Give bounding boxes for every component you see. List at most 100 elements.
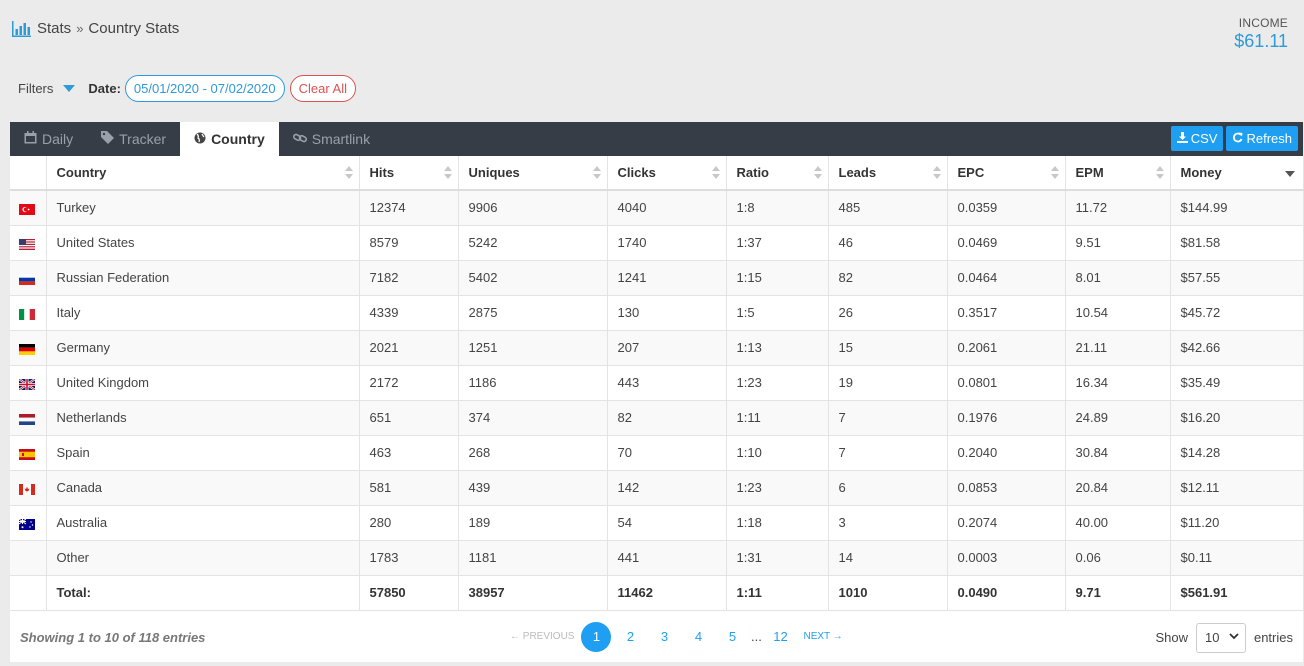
tab-country[interactable]: Country: [180, 122, 279, 156]
cell-epc: 0.2061: [947, 330, 1066, 366]
column-header-hits[interactable]: Hits: [359, 156, 459, 191]
cell-epm: 11.72: [1065, 190, 1171, 226]
breadcrumb-root[interactable]: Stats: [37, 20, 71, 37]
tab-daily[interactable]: Daily: [10, 122, 87, 156]
total-label: Total:: [46, 575, 360, 611]
cell-leads: 3: [828, 505, 948, 541]
cell-epc: 0.0464: [947, 260, 1066, 296]
table-row[interactable]: Australia 280 189 54 1:18 3 0.2074 40.00 $11.20: [10, 505, 1304, 541]
stats-panel: Daily Tracker Country Smartlink CSV Refr…: [10, 122, 1304, 662]
total-hits: 57850: [359, 575, 459, 611]
table-row[interactable]: Other 1783 1181 441 1:31 14 0.0003 0.06 $0.11: [10, 540, 1304, 576]
cell-uniques: 5242: [458, 225, 608, 261]
tab-label: Country: [211, 131, 265, 147]
sort-icon: [932, 166, 941, 180]
table-row[interactable]: Italy 4339 2875 130 1:5 26 0.3517 10.54 $45.72: [10, 295, 1304, 331]
cell-epc: 0.0853: [947, 470, 1066, 506]
cell-money: $144.99: [1170, 190, 1304, 226]
cell-leads: 7: [828, 435, 948, 471]
tab-smartlink[interactable]: Smartlink: [279, 122, 384, 156]
tag-icon: [101, 131, 115, 147]
cell-leads: 46: [828, 225, 948, 261]
refresh-button[interactable]: Refresh: [1226, 126, 1298, 151]
country-stats-table: Country Hits Uniques Clicks Ratio Leads …: [10, 156, 1304, 611]
cell-leads: 6: [828, 470, 948, 506]
cell-leads: 7: [828, 400, 948, 436]
date-range-picker[interactable]: 05/01/2020 - 07/02/2020: [124, 75, 285, 102]
pagination: ← PREVIOUS 1 2 3 4 5 ... 12 NEXT →: [510, 621, 843, 652]
cell-ratio: 1:23: [726, 470, 829, 506]
table-row[interactable]: Spain 463 268 70 1:10 7 0.2040 30.84 $14.28: [10, 435, 1304, 471]
caret-down-icon[interactable]: [63, 85, 76, 92]
page-button-last[interactable]: 12: [763, 629, 797, 644]
page-button[interactable]: 5: [715, 629, 749, 644]
cell-leads: 26: [828, 295, 948, 331]
download-icon: [1176, 131, 1188, 146]
cell-country: Canada: [46, 470, 360, 506]
page-button-current[interactable]: 1: [581, 621, 612, 652]
column-header-clicks[interactable]: Clicks: [607, 156, 727, 191]
cell-country: Australia: [46, 505, 360, 541]
cell-hits: 2172: [359, 365, 459, 401]
cell-ratio: 1:15: [726, 260, 829, 296]
country-flag-icon: [18, 378, 36, 391]
table-row[interactable]: United States 8579 5242 1740 1:37 46 0.0469 9.5…: [10, 225, 1304, 261]
cell-clicks: 443: [607, 365, 727, 401]
previous-page-button[interactable]: ← PREVIOUS: [510, 631, 574, 642]
page-button[interactable]: 3: [647, 629, 681, 644]
column-header-ratio[interactable]: Ratio: [726, 156, 829, 191]
cell-epm: 0.06: [1065, 540, 1171, 576]
total-uniques: 38957: [458, 575, 608, 611]
filters-toggle[interactable]: Filters: [18, 81, 53, 96]
cell-clicks: 441: [607, 540, 727, 576]
cell-epc: 0.2074: [947, 505, 1066, 541]
page-button[interactable]: 2: [613, 629, 647, 644]
cell-money: $35.49: [1170, 365, 1304, 401]
cell-uniques: 374: [458, 400, 608, 436]
cell-clicks: 1241: [607, 260, 727, 296]
cell-epm: 40.00: [1065, 505, 1171, 541]
entries-label: entries: [1253, 630, 1293, 645]
column-header-epc[interactable]: EPC: [947, 156, 1066, 191]
country-flag-icon: [19, 448, 35, 461]
column-header-uniques[interactable]: Uniques: [458, 156, 608, 191]
cell-hits: 7182: [359, 260, 459, 296]
filters-bar: Filters Date: 05/01/2020 - 07/02/2020 Cl…: [18, 75, 357, 102]
table-row[interactable]: Russian Federation 7182 5402 1241 1:15 82 0.04…: [10, 260, 1304, 296]
sort-icon: [813, 166, 822, 180]
cell-epm: 9.51: [1065, 225, 1171, 261]
csv-button[interactable]: CSV: [1170, 126, 1224, 151]
table-row[interactable]: Germany 2021 1251 207 1:13 15 0.2061 21.11 $42.6…: [10, 330, 1304, 366]
total-leads: 1010: [828, 575, 948, 611]
table-header-row: Country Hits Uniques Clicks Ratio Leads …: [10, 156, 1304, 191]
column-header-epm[interactable]: EPM: [1065, 156, 1171, 191]
flag-cell: [10, 435, 47, 471]
tab-label: Tracker: [119, 131, 167, 147]
cell-epc: 0.0359: [947, 190, 1066, 226]
cell-money: $12.11: [1170, 470, 1304, 506]
column-header-money[interactable]: Money: [1170, 156, 1304, 191]
refresh-label: Refresh: [1246, 131, 1292, 146]
flag-cell: [10, 505, 47, 541]
next-page-button[interactable]: NEXT →: [803, 631, 842, 642]
tab-bar: Daily Tracker Country Smartlink CSV Refr…: [10, 122, 1303, 156]
show-label: Show: [1155, 630, 1188, 645]
column-header-leads[interactable]: Leads: [828, 156, 948, 191]
table-row[interactable]: United Kingdom 2172 1186 443 1:23 19 0.0801 16.…: [10, 365, 1304, 401]
country-flag-icon: [19, 308, 35, 321]
cell-epc: 0.0469: [947, 225, 1066, 261]
tab-tracker[interactable]: Tracker: [87, 122, 180, 156]
table-row[interactable]: Netherlands 651 374 82 1:11 7 0.1976 24.89 $16.2…: [10, 400, 1304, 436]
cell-uniques: 1186: [458, 365, 608, 401]
page-button[interactable]: 4: [681, 629, 715, 644]
cell-hits: 8579: [359, 225, 459, 261]
cell-epc: 0.1976: [947, 400, 1066, 436]
total-epc: 0.0490: [947, 575, 1066, 611]
table-row[interactable]: Turkey 12374 9906 4040 1:8 485 0.0359 11.72 $144…: [10, 190, 1304, 226]
page-size-select[interactable]: 10: [1195, 622, 1246, 653]
flag-cell: [10, 400, 47, 436]
clear-all-button[interactable]: Clear All: [289, 75, 357, 102]
table-row[interactable]: Canada 581 439 142 1:23 6 0.0853 20.84 $12.11: [10, 470, 1304, 506]
column-header-country[interactable]: Country: [46, 156, 360, 191]
cell-hits: 4339: [359, 295, 459, 331]
